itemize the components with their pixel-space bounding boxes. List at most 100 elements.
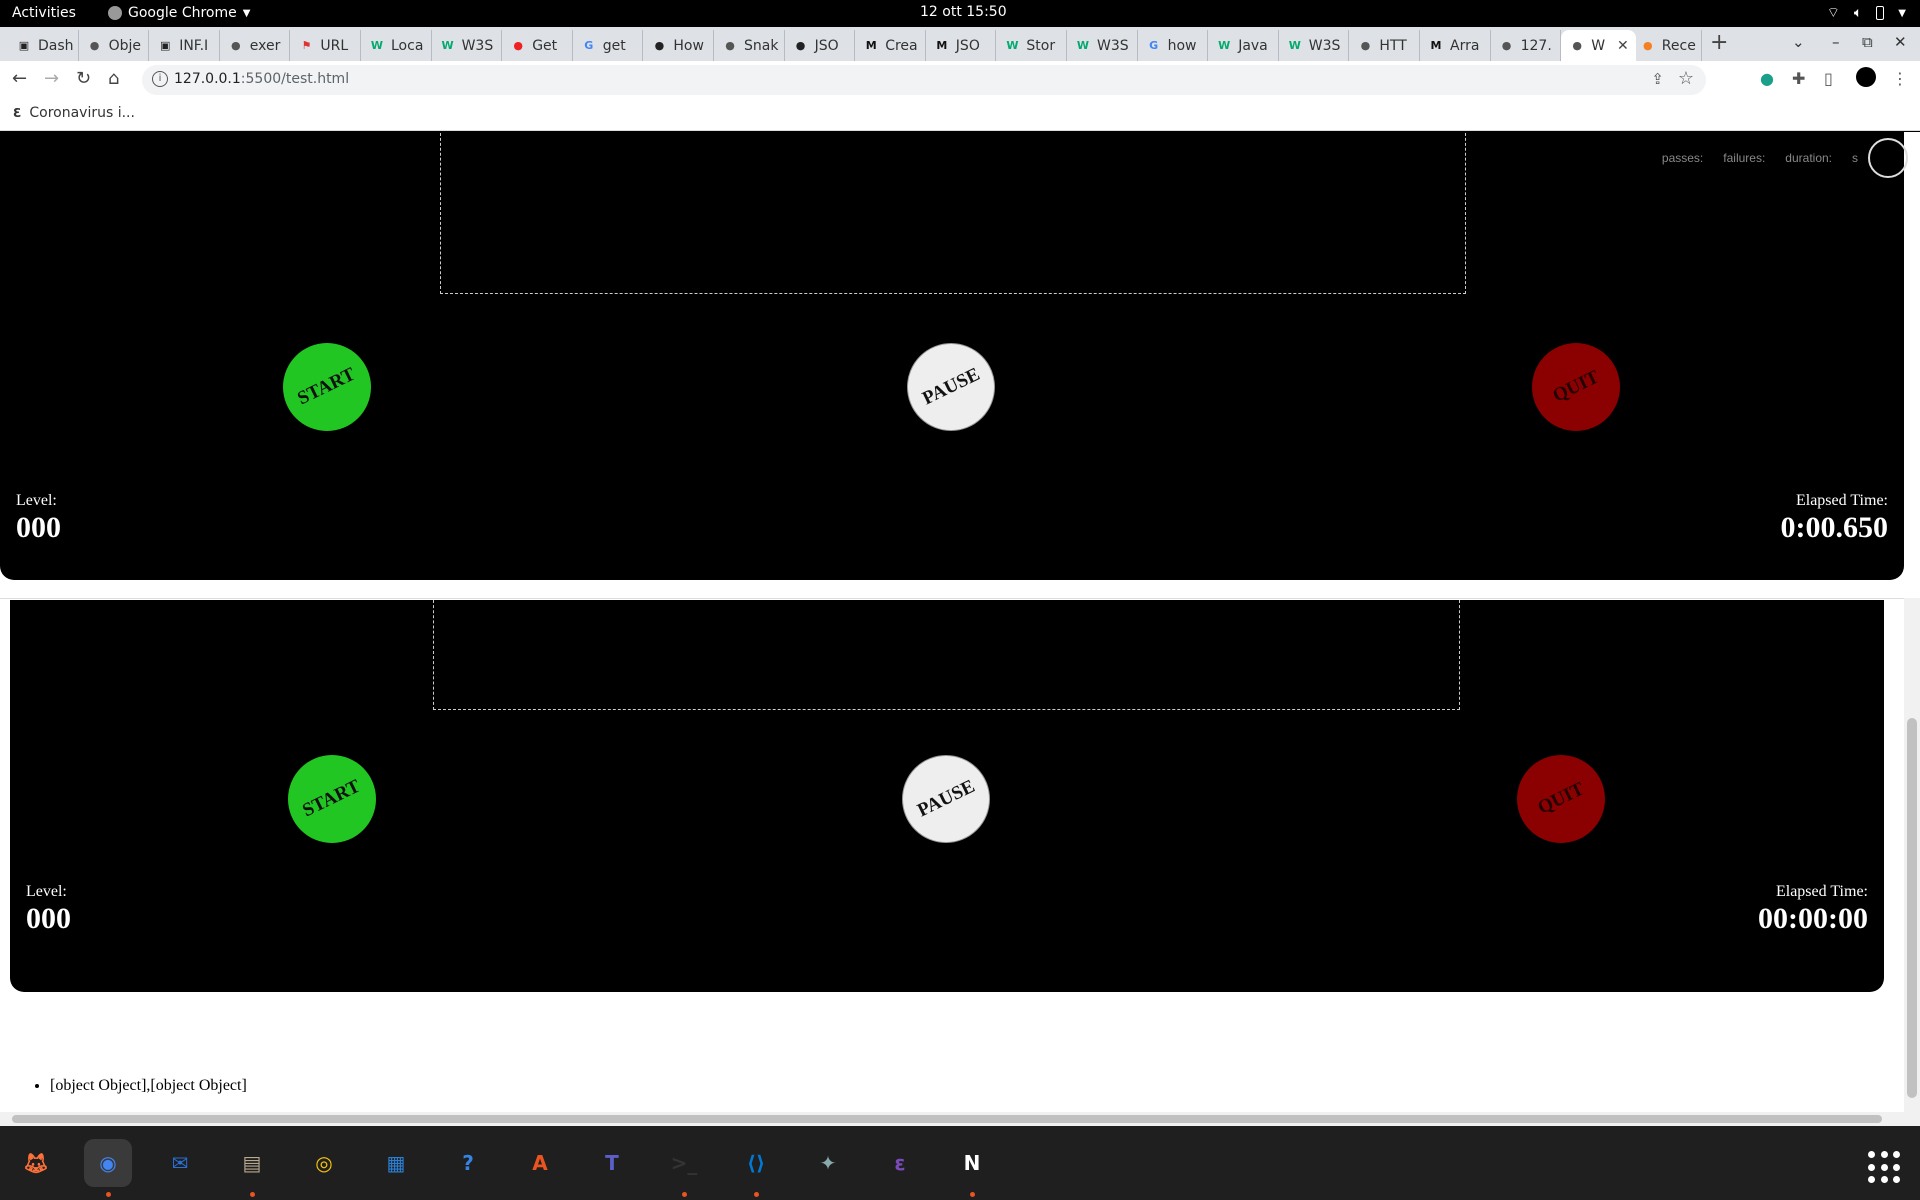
- seconds-unit: s: [1852, 151, 1858, 165]
- volume-icon: 🔈︎: [1853, 5, 1863, 21]
- software-icon[interactable]: A: [516, 1139, 564, 1187]
- minimize-icon[interactable]: –: [1832, 33, 1840, 51]
- level-value: 000: [16, 511, 61, 544]
- scroll-thumb[interactable]: [12, 1115, 1882, 1123]
- tab[interactable]: ● JSO: [785, 30, 856, 61]
- tab[interactable]: M Arra: [1420, 30, 1491, 61]
- help-icon[interactable]: ?: [444, 1139, 492, 1187]
- tab-label: W3S: [461, 37, 494, 54]
- close-tab-icon[interactable]: ✕: [1617, 38, 1629, 54]
- restore-icon[interactable]: ⧉: [1862, 33, 1873, 51]
- caret-down-icon: ▼: [242, 7, 251, 19]
- pause-button[interactable]: PAUSE: [902, 755, 990, 843]
- globe-icon: ●: [1572, 39, 1582, 52]
- stack-icon: ●: [1642, 39, 1653, 52]
- medium-icon: M: [865, 39, 877, 52]
- quit-button[interactable]: QUIT: [1532, 343, 1620, 431]
- tab[interactable]: W Loca: [361, 30, 432, 61]
- site-info-icon[interactable]: i: [152, 71, 168, 87]
- profile-avatar[interactable]: [1856, 67, 1876, 87]
- side-panel-icon[interactable]: ▯: [1824, 69, 1833, 88]
- files-icon[interactable]: ▤: [228, 1139, 276, 1187]
- start-button[interactable]: START: [288, 755, 376, 843]
- url-text[interactable]: 127.0.0.1:5500/test.html: [174, 71, 349, 87]
- tab[interactable]: ● 127.: [1491, 30, 1562, 61]
- tab-label: W: [1591, 37, 1606, 54]
- tab-label: Dash: [38, 37, 74, 54]
- system-tray[interactable]: ⌔ 🔈︎ ▼: [1827, 4, 1906, 22]
- app-menu[interactable]: Google Chrome ▼: [108, 5, 250, 21]
- vscode-icon[interactable]: ⟨⟩: [732, 1139, 780, 1187]
- tab[interactable]: W W3S: [1279, 30, 1350, 61]
- terminal-icon[interactable]: >_: [660, 1139, 708, 1187]
- firefox-icon[interactable]: 🦊︎: [12, 1139, 60, 1187]
- notion-icon[interactable]: N: [948, 1139, 996, 1187]
- globe-icon: ●: [230, 39, 241, 52]
- chrome-icon[interactable]: ◉: [84, 1139, 132, 1187]
- tab[interactable]: W Stor: [996, 30, 1067, 61]
- horizontal-scrollbar[interactable]: [0, 1112, 1904, 1126]
- tab[interactable]: M Crea: [855, 30, 926, 61]
- w3-icon: W: [1006, 39, 1019, 52]
- tab[interactable]: ● HTT: [1349, 30, 1420, 61]
- show-apps-icon[interactable]: [1868, 1151, 1902, 1185]
- quit-button[interactable]: QUIT: [1517, 755, 1605, 843]
- circle-icon: ●: [795, 39, 806, 52]
- extension-alien-icon[interactable]: ●: [1760, 69, 1774, 88]
- tab[interactable]: ● How: [643, 30, 714, 61]
- teams-icon[interactable]: T: [588, 1139, 636, 1187]
- tab[interactable]: ● Snak: [714, 30, 785, 61]
- scroll-thumb[interactable]: [1907, 718, 1917, 1098]
- new-tab-button[interactable]: +: [1710, 30, 1728, 55]
- activities-button[interactable]: Activities: [12, 5, 76, 21]
- tab[interactable]: ● exer: [220, 30, 291, 61]
- back-icon[interactable]: ←: [12, 68, 27, 89]
- extensions-puzzle-icon[interactable]: ✚: [1792, 69, 1805, 88]
- tab[interactable]: ⚑ URL: [290, 30, 361, 61]
- tab[interactable]: W Java: [1208, 30, 1279, 61]
- tab[interactable]: ● Obje: [79, 30, 150, 61]
- thunderbird-icon[interactable]: ✉: [156, 1139, 204, 1187]
- tab-label: Arra: [1450, 37, 1480, 54]
- cube-icon: ●: [513, 39, 523, 52]
- reload-icon[interactable]: ↻: [76, 68, 91, 89]
- rhythmbox-icon[interactable]: ◎: [300, 1139, 348, 1187]
- tab-label: 127.: [1520, 37, 1552, 54]
- tab[interactable]: ● Rece: [1632, 30, 1703, 61]
- tab-active[interactable]: ● W ✕: [1561, 30, 1636, 61]
- bird-icon[interactable]: ✦: [804, 1139, 852, 1187]
- tab[interactable]: ● Get: [502, 30, 573, 61]
- start-button[interactable]: START: [283, 343, 371, 431]
- elapsed-time-label: Elapsed Time:: [1775, 883, 1868, 900]
- writer-icon[interactable]: ▦: [372, 1139, 420, 1187]
- clock[interactable]: 12 ott 15:50: [920, 4, 1007, 20]
- running-indicator: [682, 1192, 687, 1197]
- emacs-icon[interactable]: ε: [876, 1139, 924, 1187]
- address-bar[interactable]: i 127.0.0.1:5500/test.html ⇪ ☆: [142, 65, 1706, 95]
- tab[interactable]: W W3S: [1067, 30, 1138, 61]
- elapsed-time-value: 0:00.650: [1780, 511, 1889, 544]
- tab[interactable]: M JSO: [926, 30, 997, 61]
- close-window-icon[interactable]: ✕: [1894, 33, 1907, 51]
- tab[interactable]: Ghow: [1138, 30, 1209, 61]
- vertical-scrollbar[interactable]: [1904, 598, 1920, 1126]
- tab-search-icon[interactable]: ⌄: [1792, 33, 1805, 51]
- game-screen[interactable]: [440, 132, 1466, 294]
- share-icon[interactable]: ⇪: [1651, 70, 1664, 88]
- progress-ring: [1868, 138, 1908, 178]
- w3-icon: W: [1288, 39, 1301, 52]
- w3-icon: W: [370, 39, 384, 52]
- tab[interactable]: Gget: [573, 30, 644, 61]
- bookmark-item[interactable]: Ɛ Coronavirus i...: [13, 105, 135, 121]
- pause-button[interactable]: PAUSE: [907, 343, 995, 431]
- tab[interactable]: ▣ INF.I: [149, 30, 220, 61]
- globe-icon: ●: [1360, 39, 1371, 52]
- forward-icon[interactable]: →: [44, 68, 59, 89]
- game-screen[interactable]: [433, 600, 1460, 710]
- tab[interactable]: ▣ Dash: [8, 30, 79, 61]
- bookmark-star-icon[interactable]: ☆: [1678, 68, 1694, 89]
- menu-kebab-icon[interactable]: ⋮: [1892, 69, 1908, 88]
- home-icon[interactable]: ⌂: [108, 68, 119, 89]
- tab[interactable]: W W3S: [432, 30, 503, 61]
- browser-toolbar: ← → ↻ ⌂ i 127.0.0.1:5500/test.html ⇪ ☆ ●…: [0, 61, 1920, 98]
